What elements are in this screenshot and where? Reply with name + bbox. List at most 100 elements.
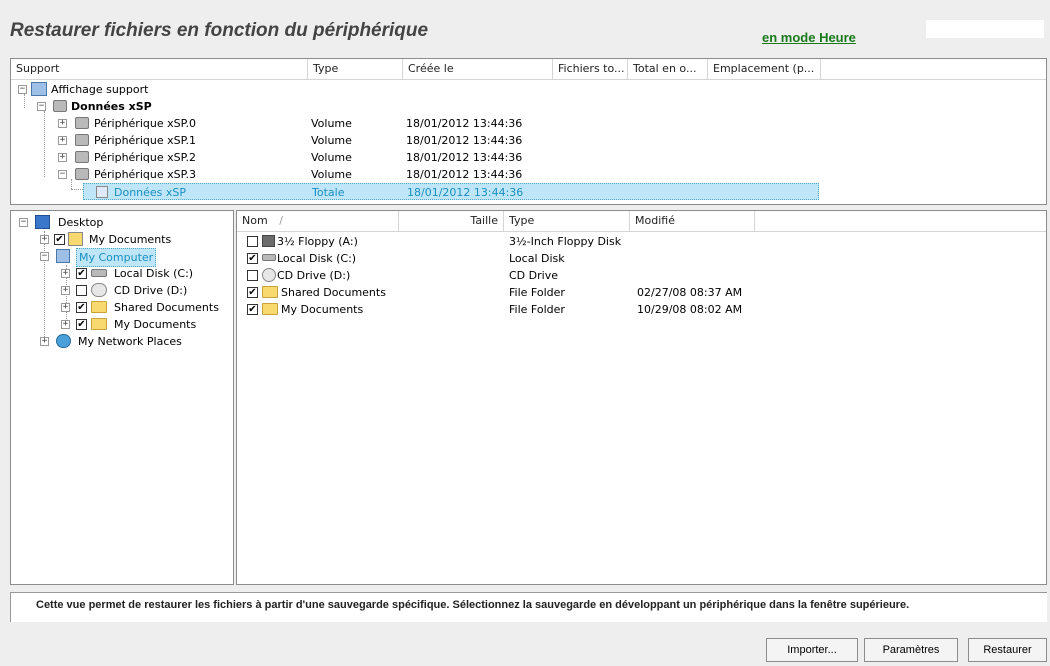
col-support[interactable]: Support xyxy=(11,59,308,79)
checkbox[interactable]: ✔ xyxy=(247,304,258,315)
checkbox[interactable]: ✔ xyxy=(76,319,87,330)
table-row[interactable]: + Périphérique xSP.0 Volume 18/01/2012 1… xyxy=(11,115,811,132)
device-type: Volume xyxy=(311,168,352,181)
expand-toggle[interactable]: + xyxy=(40,337,49,346)
file-row[interactable]: ✔ Local Disk (C:) Local Disk xyxy=(237,250,1037,267)
folder-icon xyxy=(91,301,107,313)
file-row[interactable]: 3½ Floppy (A:) 3½-Inch Floppy Disk xyxy=(237,233,1037,250)
collapse-toggle[interactable]: − xyxy=(58,170,67,179)
import-button[interactable]: Importer... xyxy=(766,638,858,662)
checkbox[interactable] xyxy=(76,285,87,296)
file-type: File Folder xyxy=(509,303,565,316)
folder-icon xyxy=(91,318,107,330)
tree-group-row[interactable]: − Données xSP xyxy=(11,98,811,115)
expand-toggle[interactable]: + xyxy=(61,286,70,295)
file-type: Local Disk xyxy=(509,252,565,265)
backup-icon xyxy=(96,186,108,198)
drive-icon xyxy=(75,134,89,146)
device-name: Périphérique xSP.2 xyxy=(94,151,197,164)
file-type: CD Drive xyxy=(509,269,558,282)
col-type[interactable]: Type xyxy=(504,211,630,231)
file-list: Nom / Taille Type Modifié 3½ Floppy (A:)… xyxy=(236,210,1047,585)
col-total-bytes[interactable]: Total en o... xyxy=(628,59,708,79)
col-created[interactable]: Créée le xyxy=(403,59,553,79)
table-row[interactable]: − Périphérique xSP.3 Volume 18/01/2012 1… xyxy=(11,166,811,183)
tree-group-label: Données xSP xyxy=(71,100,152,113)
expand-toggle[interactable]: + xyxy=(58,136,67,145)
tree-item-my-documents-2[interactable]: + ✔ My Documents xyxy=(11,316,233,333)
documents-folder-icon xyxy=(68,232,83,246)
tree-label: Shared Documents xyxy=(114,301,219,314)
tree-label: My Documents xyxy=(114,318,197,331)
collapse-toggle[interactable]: − xyxy=(19,218,28,227)
file-list-header: Nom / Taille Type Modifié xyxy=(237,211,1046,232)
drive-icon xyxy=(75,168,89,180)
expand-toggle[interactable]: + xyxy=(58,153,67,162)
expand-toggle[interactable]: + xyxy=(40,235,49,244)
col-name-label: Nom xyxy=(242,214,268,227)
file-name: CD Drive (D:) xyxy=(277,269,351,282)
tree-label: CD Drive (D:) xyxy=(114,284,188,297)
backup-media-table: Support Type Créée le Fichiers to... Tot… xyxy=(10,58,1047,205)
device-created: 18/01/2012 13:44:36 xyxy=(406,134,523,147)
tree-item-network[interactable]: + My Network Places xyxy=(11,333,233,350)
cd-drive-icon xyxy=(262,268,276,282)
col-type[interactable]: Type xyxy=(308,59,403,79)
settings-button[interactable]: Paramètres xyxy=(864,638,958,662)
top-right-field[interactable] xyxy=(926,20,1044,38)
expand-toggle[interactable]: + xyxy=(61,320,70,329)
file-name: Local Disk (C:) xyxy=(277,252,357,265)
checkbox[interactable] xyxy=(247,270,258,281)
file-row[interactable]: ✔ My Documents File Folder 10/29/08 08:0… xyxy=(237,301,1037,318)
tree-item-my-documents[interactable]: + ✔ My Documents xyxy=(11,231,233,248)
checkbox[interactable] xyxy=(247,236,258,247)
col-files-total[interactable]: Fichiers to... xyxy=(553,59,628,79)
tree-root-label: Affichage support xyxy=(51,83,149,96)
file-type: File Folder xyxy=(509,286,565,299)
folder-icon xyxy=(262,286,278,298)
device-type: Volume xyxy=(311,151,352,164)
tree-item-shared-documents[interactable]: + ✔ Shared Documents xyxy=(11,299,233,316)
selected-backup-row[interactable]: Données xSP Totale 18/01/2012 13:44:36 xyxy=(83,183,819,200)
expand-toggle[interactable]: + xyxy=(58,119,67,128)
file-modified: 02/27/08 08:37 AM xyxy=(637,286,743,299)
backup-created: 18/01/2012 13:44:36 xyxy=(407,186,524,199)
page-title: Restaurer fichiers en fonction du périph… xyxy=(10,20,429,41)
restore-button[interactable]: Restaurer xyxy=(968,638,1047,662)
file-row[interactable]: CD Drive (D:) CD Drive xyxy=(237,267,1037,284)
folder-tree: − Desktop + ✔ My Documents − My Computer… xyxy=(10,210,234,585)
expand-toggle[interactable]: + xyxy=(61,303,70,312)
checkbox[interactable]: ✔ xyxy=(54,234,65,245)
col-size[interactable]: Taille xyxy=(399,211,504,231)
collapse-toggle[interactable]: − xyxy=(40,252,49,261)
col-modified[interactable]: Modifié xyxy=(630,211,755,231)
table-row[interactable]: + Périphérique xSP.2 Volume 18/01/2012 1… xyxy=(11,149,811,166)
sort-indicator: / xyxy=(279,214,283,227)
cd-drive-icon xyxy=(91,283,107,297)
checkbox[interactable]: ✔ xyxy=(247,287,258,298)
time-mode-link[interactable]: en mode Heure xyxy=(762,30,856,45)
tree-item-desktop[interactable]: − Desktop xyxy=(11,214,233,231)
drive-icon xyxy=(75,117,89,129)
file-row[interactable]: ✔ Shared Documents File Folder 02/27/08 … xyxy=(237,284,1037,301)
tree-item-my-computer[interactable]: − My Computer xyxy=(11,248,233,267)
device-type: Volume xyxy=(311,117,352,130)
tree-label: Local Disk (C:) xyxy=(114,267,194,280)
folder-icon xyxy=(262,303,278,315)
col-location[interactable]: Emplacement (p... xyxy=(708,59,821,79)
checkbox[interactable]: ✔ xyxy=(247,253,258,264)
tree-item-cd-drive[interactable]: + CD Drive (D:) xyxy=(11,282,233,299)
tree-root-row[interactable]: − Affichage support xyxy=(11,81,811,98)
expand-toggle[interactable]: + xyxy=(61,269,70,278)
checkbox[interactable]: ✔ xyxy=(76,302,87,313)
collapse-toggle[interactable]: − xyxy=(18,85,27,94)
device-type: Volume xyxy=(311,134,352,147)
col-name[interactable]: Nom / xyxy=(237,211,399,231)
collapse-toggle[interactable]: − xyxy=(37,102,46,111)
tree-label: My Network Places xyxy=(78,335,182,348)
table-row[interactable]: + Périphérique xSP.1 Volume 18/01/2012 1… xyxy=(11,132,811,149)
tree-item-local-disk[interactable]: + ✔ Local Disk (C:) xyxy=(11,265,233,282)
backup-type: Totale xyxy=(312,186,345,199)
network-icon xyxy=(56,334,71,348)
checkbox[interactable]: ✔ xyxy=(76,268,87,279)
